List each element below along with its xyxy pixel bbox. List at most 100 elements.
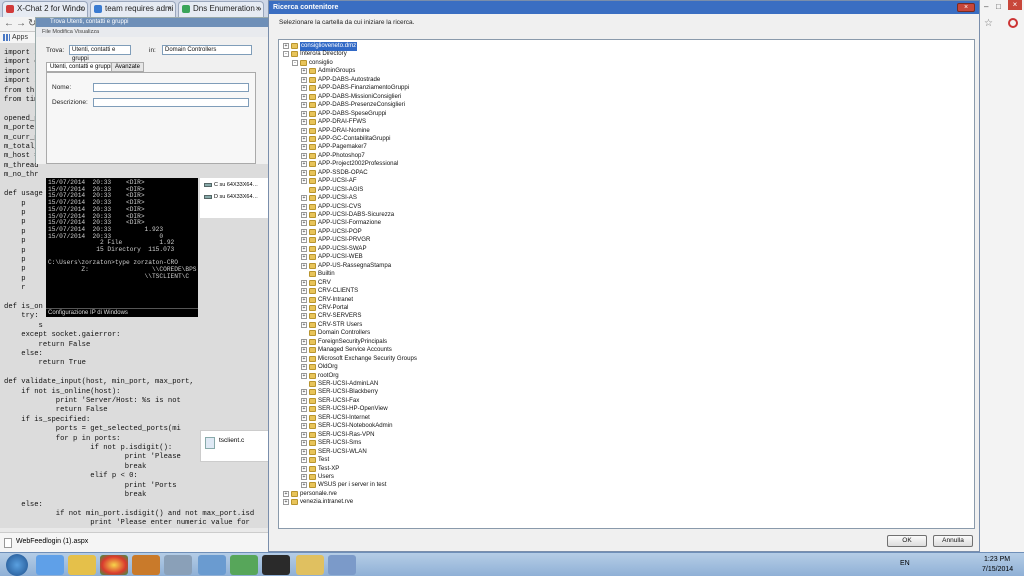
expand-icon[interactable]: +: [301, 237, 307, 244]
drive-item[interactable]: D su 64X33X64…: [214, 194, 258, 200]
expand-icon[interactable]: +: [301, 347, 307, 354]
browser-tab[interactable]: X-Chat 2 for Windo ×: [2, 1, 88, 17]
expand-icon[interactable]: +: [301, 465, 307, 472]
collapse-icon[interactable]: -: [283, 51, 289, 58]
minimize-icon[interactable]: –: [984, 2, 988, 11]
remote-desktop-icon[interactable]: [328, 555, 356, 575]
expand-icon[interactable]: +: [301, 195, 307, 202]
collapse-icon[interactable]: -: [292, 59, 298, 66]
expand-icon[interactable]: +: [301, 203, 307, 210]
expand-icon[interactable]: +: [283, 490, 289, 497]
drive-item[interactable]: C su 64X33X64…: [214, 182, 258, 188]
chrome-icon[interactable]: [100, 555, 128, 575]
star-icon[interactable]: ☆: [984, 18, 993, 29]
expand-icon[interactable]: +: [301, 304, 307, 311]
expand-icon[interactable]: +: [301, 313, 307, 320]
expand-icon[interactable]: +: [301, 245, 307, 252]
expand-icon[interactable]: +: [301, 473, 307, 480]
expand-icon[interactable]: +: [301, 448, 307, 455]
browser-icon[interactable]: [230, 555, 258, 575]
expand-icon[interactable]: +: [301, 321, 307, 328]
ie-icon[interactable]: [36, 555, 64, 575]
find-window-menu[interactable]: File Modifica Visualizza: [36, 27, 276, 37]
tab-basic[interactable]: Utenti, contatti e gruppi: [46, 62, 116, 72]
description-label: Descrizione:: [52, 99, 88, 106]
expand-icon[interactable]: +: [301, 228, 307, 235]
expand-icon[interactable]: +: [301, 220, 307, 227]
network-icon[interactable]: [198, 555, 226, 575]
expand-icon[interactable]: +: [283, 43, 289, 49]
clock-date[interactable]: 7/15/2014: [982, 566, 1013, 573]
expand-icon[interactable]: +: [301, 355, 307, 362]
expand-icon[interactable]: +: [301, 431, 307, 438]
expand-icon[interactable]: +: [301, 135, 307, 142]
expand-icon[interactable]: +: [301, 364, 307, 371]
command-console[interactable]: 15/07/2014 20:33 <DIR> 15/07/2014 20:33 …: [46, 178, 198, 317]
tab-advanced[interactable]: Avanzate: [111, 62, 144, 72]
expand-icon[interactable]: +: [301, 279, 307, 286]
expand-icon[interactable]: +: [301, 254, 307, 261]
expand-icon[interactable]: +: [301, 110, 307, 117]
scope-select[interactable]: Domain Controllers: [162, 45, 252, 55]
find-type-select[interactable]: Utenti, contatti e gruppi: [69, 45, 131, 62]
expand-icon[interactable]: +: [301, 262, 307, 269]
expand-icon[interactable]: +: [301, 119, 307, 126]
opera-icon[interactable]: [1008, 18, 1018, 28]
expand-icon[interactable]: +: [301, 288, 307, 295]
download-item[interactable]: WebFeedlogin (1).aspx: [16, 538, 88, 545]
expand-icon[interactable]: +: [301, 102, 307, 109]
expand-icon[interactable]: +: [301, 212, 307, 218]
tab-close-icon[interactable]: ×: [79, 2, 84, 16]
browser-tab[interactable]: Dns Enumeration » ×: [178, 1, 264, 17]
expand-icon[interactable]: +: [301, 169, 307, 176]
start-button[interactable]: [6, 554, 28, 576]
language-indicator[interactable]: EN: [900, 560, 910, 567]
close-icon[interactable]: ×: [957, 3, 975, 12]
expand-icon[interactable]: +: [301, 482, 307, 489]
folder-icon[interactable]: [296, 555, 324, 575]
browser-tab[interactable]: team requires admi ×: [90, 1, 176, 17]
expand-icon[interactable]: +: [301, 76, 307, 83]
description-input[interactable]: [93, 98, 249, 107]
name-input[interactable]: [93, 83, 249, 92]
cmd-icon[interactable]: [262, 555, 290, 575]
clock-time[interactable]: 1:23 PM: [984, 556, 1010, 563]
expand-icon[interactable]: +: [301, 178, 307, 185]
tree-node-label: APP-GC-ContabilitaGruppi: [318, 134, 391, 142]
tsclient-item[interactable]: tsclient.c: [200, 430, 270, 462]
expand-icon[interactable]: +: [301, 423, 307, 430]
expand-icon[interactable]: +: [301, 144, 307, 151]
expand-icon[interactable]: +: [301, 152, 307, 159]
cancel-button[interactable]: Annulla: [933, 535, 973, 547]
expand-icon[interactable]: +: [301, 127, 307, 134]
back-icon[interactable]: ←: [4, 18, 14, 29]
folder-icon: [309, 347, 316, 354]
expand-icon[interactable]: +: [301, 93, 307, 100]
forward-icon[interactable]: →: [16, 18, 26, 29]
xchat-icon[interactable]: [132, 555, 160, 575]
app-icon[interactable]: [164, 555, 192, 575]
folder-icon: [309, 127, 316, 134]
expand-icon[interactable]: +: [301, 406, 307, 413]
expand-icon[interactable]: +: [301, 296, 307, 303]
tab-close-icon[interactable]: ×: [255, 2, 260, 16]
ok-button[interactable]: OK: [887, 535, 927, 547]
explorer-icon[interactable]: [68, 555, 96, 575]
expand-icon[interactable]: +: [301, 389, 307, 396]
maximize-icon[interactable]: □: [996, 2, 1001, 11]
expand-icon[interactable]: +: [301, 372, 307, 379]
expand-icon[interactable]: +: [301, 338, 307, 345]
apps-icon[interactable]: [3, 34, 10, 41]
container-tree[interactable]: + consiglioveneto.dmz - Intero/a Directory -…: [278, 39, 975, 529]
expand-icon[interactable]: +: [301, 440, 307, 447]
expand-icon[interactable]: +: [283, 499, 289, 506]
expand-icon[interactable]: +: [301, 397, 307, 404]
expand-icon[interactable]: +: [301, 414, 307, 421]
expand-icon[interactable]: +: [301, 68, 307, 75]
close-icon[interactable]: ×: [1008, 0, 1022, 10]
expand-icon[interactable]: +: [301, 85, 307, 92]
apps-link[interactable]: Apps: [12, 34, 28, 41]
expand-icon[interactable]: +: [301, 161, 307, 168]
expand-icon[interactable]: +: [301, 457, 307, 464]
tab-close-icon[interactable]: ×: [167, 2, 172, 16]
